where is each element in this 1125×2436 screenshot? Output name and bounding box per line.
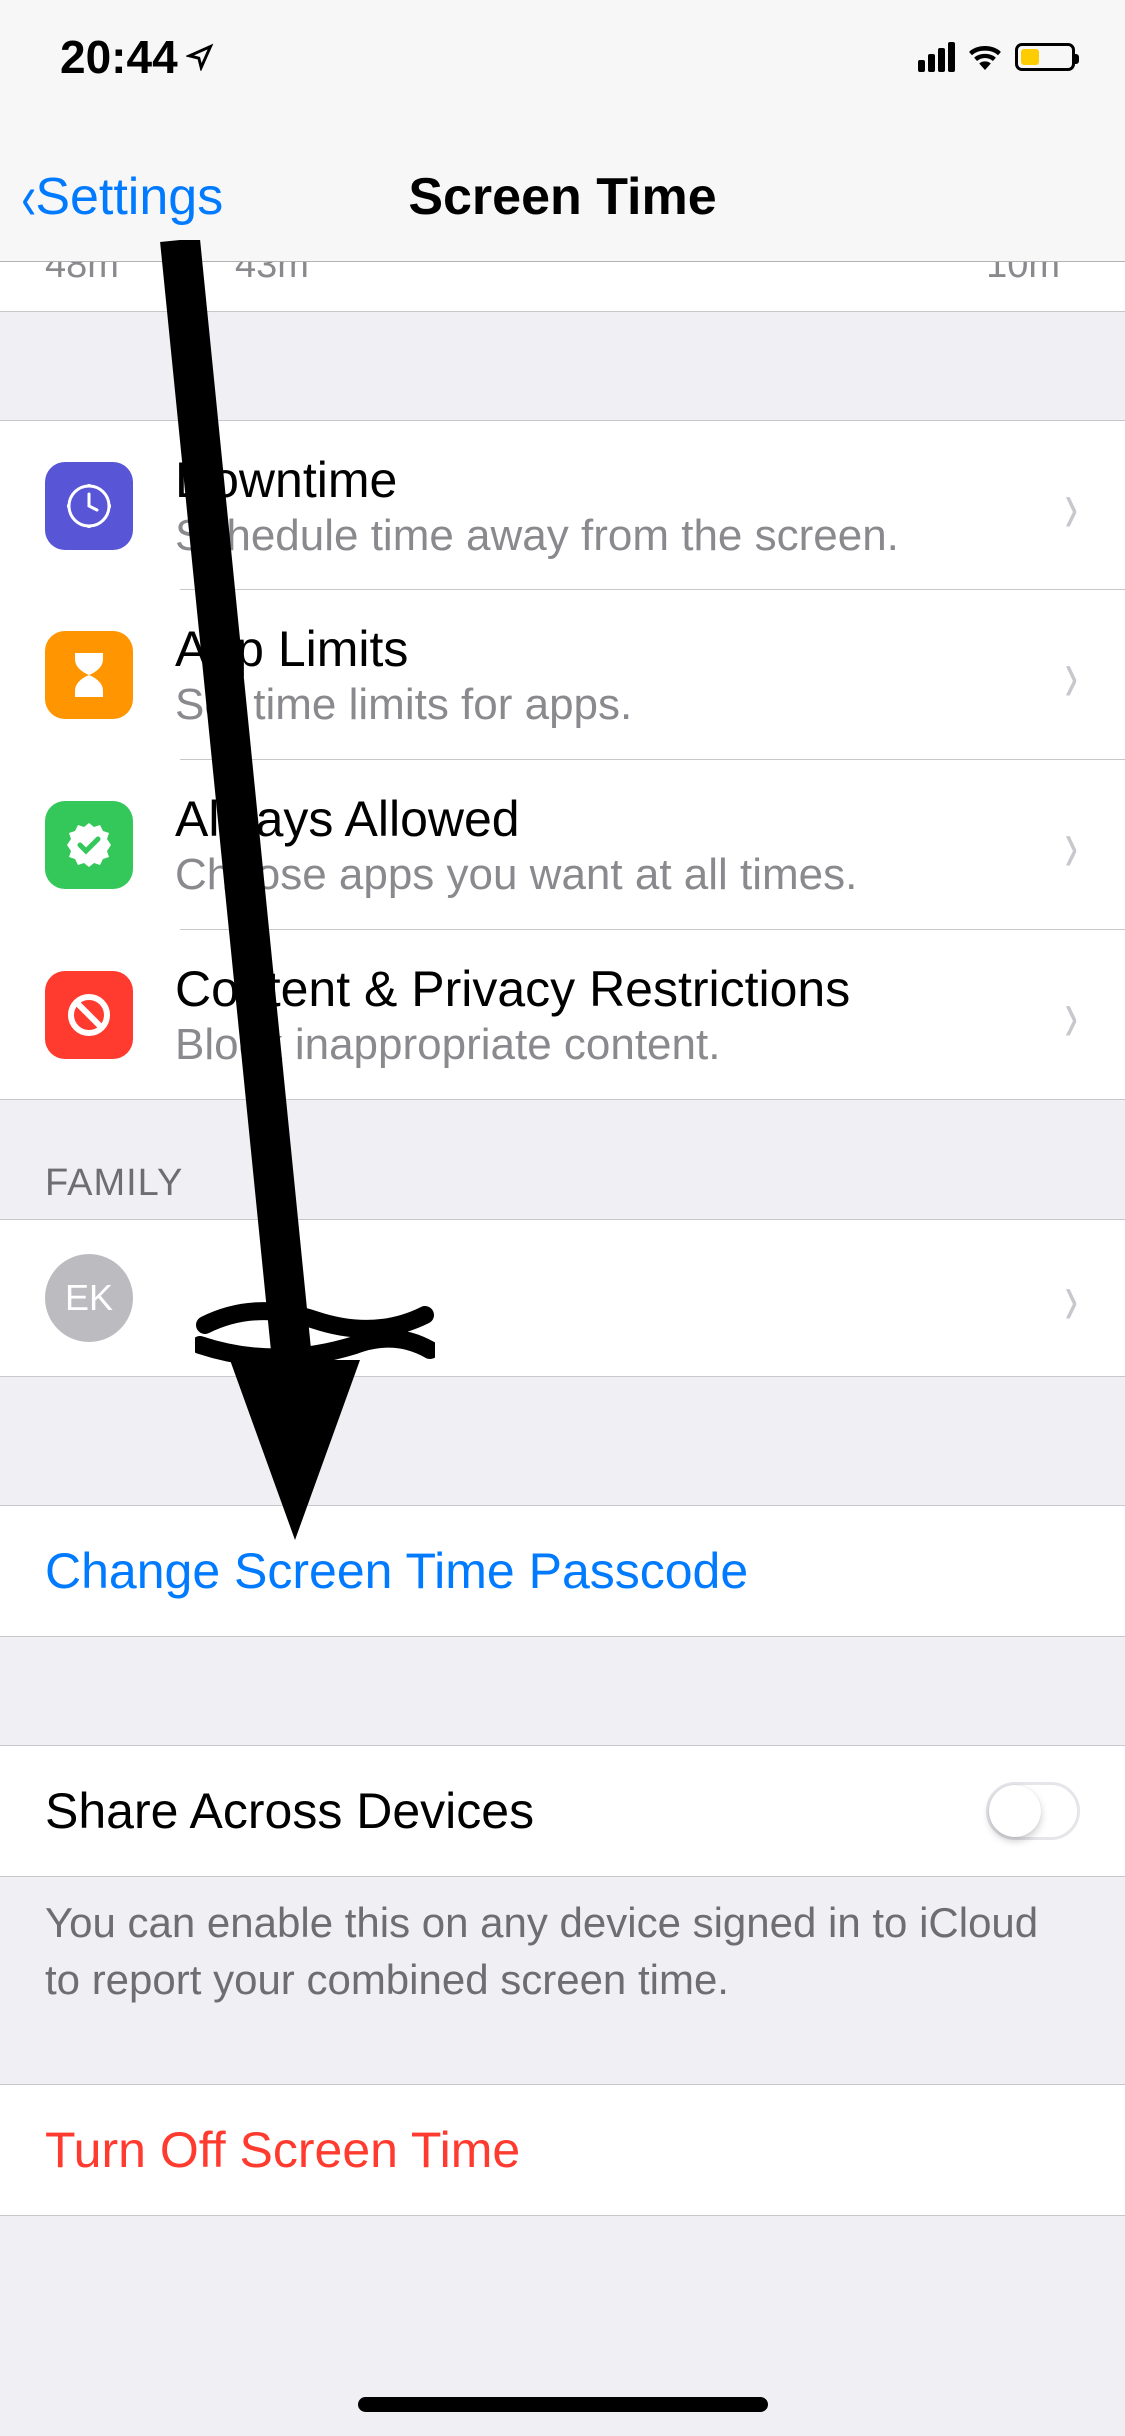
family-header: FAMILY (0, 1100, 1125, 1219)
status-bar: 20:44 (0, 0, 1125, 132)
chart-value: 43m (235, 262, 615, 287)
navigation-bar: ‹ Settings Screen Time (0, 132, 1125, 262)
share-devices-row[interactable]: Share Across Devices (0, 1745, 1125, 1877)
home-indicator[interactable] (358, 2397, 768, 2412)
wifi-icon (967, 44, 1003, 70)
nosign-icon (45, 971, 133, 1059)
turn-off-row[interactable]: Turn Off Screen Time (0, 2084, 1125, 2216)
family-member-row[interactable]: EK E— K— › (0, 1219, 1125, 1377)
row-subtitle: Block inappropriate content. (175, 1020, 1053, 1070)
chevron-right-icon: › (1065, 971, 1078, 1058)
downtime-row[interactable]: Downtime Schedule time away from the scr… (0, 420, 1125, 590)
cellular-icon (918, 42, 955, 72)
row-title: Always Allowed (175, 790, 1053, 848)
share-devices-toggle[interactable] (986, 1782, 1080, 1840)
clock-icon (45, 462, 133, 550)
change-passcode-row[interactable]: Change Screen Time Passcode (0, 1505, 1125, 1637)
change-passcode-label: Change Screen Time Passcode (45, 1542, 748, 1600)
avatar: EK (45, 1254, 133, 1342)
app-limits-row[interactable]: App Limits Set time limits for apps. › (0, 590, 1125, 760)
chevron-right-icon: › (1065, 1255, 1078, 1342)
location-icon (186, 43, 214, 71)
row-subtitle: Set time limits for apps. (175, 680, 1053, 730)
row-subtitle: Schedule time away from the screen. (175, 511, 1053, 561)
share-devices-footer: You can enable this on any device signed… (0, 1877, 1125, 2028)
chart-value: 48m (45, 262, 235, 287)
chart-row-partial[interactable]: 48m 43m 10m (0, 262, 1125, 312)
chevron-right-icon: › (1065, 462, 1078, 549)
checkmark-seal-icon (45, 801, 133, 889)
hourglass-icon (45, 631, 133, 719)
content-privacy-row[interactable]: Content & Privacy Restrictions Block ina… (0, 930, 1125, 1100)
row-title: Downtime (175, 451, 1053, 509)
share-devices-label: Share Across Devices (45, 1782, 986, 1840)
status-indicators (918, 42, 1075, 72)
chevron-right-icon: › (1065, 802, 1078, 889)
page-title: Screen Time (0, 167, 1125, 227)
row-title: App Limits (175, 620, 1053, 678)
row-subtitle: Choose apps you want at all times. (175, 850, 1053, 900)
turn-off-label: Turn Off Screen Time (45, 2121, 520, 2179)
chart-value: 10m (615, 262, 1080, 287)
row-title: Content & Privacy Restrictions (175, 960, 1053, 1018)
chevron-right-icon: › (1065, 632, 1078, 719)
status-time: 20:44 (60, 30, 214, 84)
always-allowed-row[interactable]: Always Allowed Choose apps you want at a… (0, 760, 1125, 930)
battery-icon (1015, 43, 1075, 71)
